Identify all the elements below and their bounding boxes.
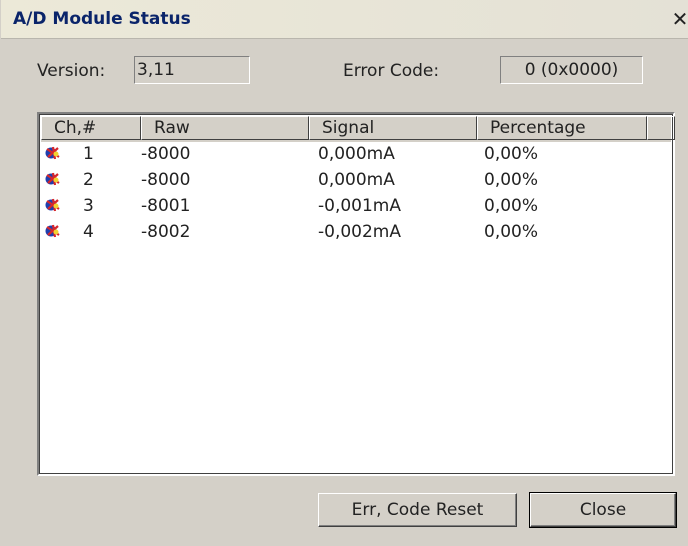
- cell-signal: -0,002mA: [318, 222, 401, 242]
- cell-percentage: 0,00%: [484, 170, 539, 190]
- cell-percentage: 0,00%: [484, 144, 539, 164]
- error-code-label: Error Code:: [343, 61, 440, 81]
- channel-icon: [45, 224, 60, 238]
- column-header-percentage[interactable]: Percentage: [477, 116, 647, 140]
- column-header-raw[interactable]: Raw: [141, 116, 309, 140]
- cell-ch: 2: [83, 170, 94, 190]
- error-code-value: 0 (0x0000): [524, 60, 619, 80]
- cell-percentage: 0,00%: [484, 222, 539, 242]
- cell-signal: -0,001mA: [318, 196, 401, 216]
- version-label: Version:: [37, 61, 106, 81]
- table-row[interactable]: 4 -8002 -0,002mA 0,00%: [41, 220, 671, 246]
- table-row[interactable]: 3 -8001 -0,001mA 0,00%: [41, 194, 671, 220]
- channel-list[interactable]: Ch,# Raw Signal Percentage 1 -8000 0,000mA…: [37, 112, 675, 476]
- window-title: A/D Module Status: [13, 9, 191, 29]
- close-button[interactable]: Close: [529, 492, 677, 528]
- column-header-ch[interactable]: Ch,#: [41, 116, 141, 140]
- cell-raw: -8000: [141, 170, 191, 190]
- table-row[interactable]: 2 -8000 0,000mA 0,00%: [41, 168, 671, 194]
- error-code-reset-button[interactable]: Err, Code Reset: [318, 493, 517, 527]
- channel-icon: [45, 172, 60, 186]
- cell-ch: 3: [83, 196, 94, 216]
- cell-ch: 1: [83, 144, 94, 164]
- channel-icon: [45, 146, 60, 160]
- cell-raw: -8001: [141, 196, 191, 216]
- version-value: 3,11: [137, 60, 175, 80]
- column-header-filler: [647, 116, 675, 140]
- cell-raw: -8000: [141, 144, 191, 164]
- version-field: 3,11: [134, 56, 250, 84]
- channel-icon: [45, 198, 60, 212]
- cell-signal: 0,000mA: [318, 170, 395, 190]
- error-code-field: 0 (0x0000): [500, 56, 643, 84]
- cell-signal: 0,000mA: [318, 144, 395, 164]
- cell-ch: 4: [83, 222, 94, 242]
- close-icon[interactable]: ✕: [671, 8, 688, 30]
- cell-percentage: 0,00%: [484, 196, 539, 216]
- title-bar[interactable]: A/D Module Status ✕: [1, 0, 688, 39]
- ad-module-status-dialog: A/D Module Status ✕ Version: 3,11 Error …: [0, 0, 688, 546]
- list-header: Ch,# Raw Signal Percentage: [41, 116, 675, 142]
- table-row[interactable]: 1 -8000 0,000mA 0,00%: [41, 142, 671, 168]
- column-header-signal[interactable]: Signal: [309, 116, 477, 140]
- cell-raw: -8002: [141, 222, 191, 242]
